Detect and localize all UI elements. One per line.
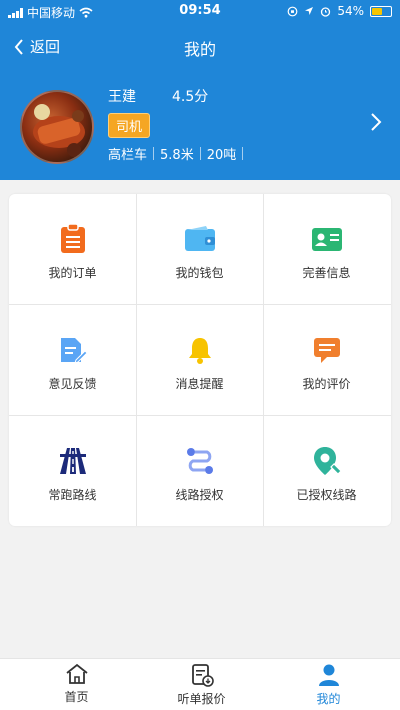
menu-item-complete-info[interactable]: 完善信息 <box>263 194 390 304</box>
menu-item-notifications[interactable]: 消息提醒 <box>136 305 263 415</box>
menu-item-label: 我的钱包 <box>175 266 224 280</box>
route-icon <box>183 444 217 478</box>
id-card-icon <box>310 222 344 256</box>
vehicle-info: 高栏车 5.8米 20吨 <box>108 144 249 163</box>
wallet-icon <box>183 222 217 256</box>
vehicle-length: 5.8米 <box>160 148 194 163</box>
divider <box>199 147 201 160</box>
rotation-lock-icon <box>287 6 298 16</box>
vehicle-type: 高栏车 <box>108 148 148 163</box>
role-badge: 司机 <box>108 113 151 138</box>
clipboard-icon <box>56 222 90 256</box>
tab-home[interactable]: 首页 <box>10 663 143 705</box>
alarm-icon <box>321 6 331 17</box>
home-icon <box>65 663 88 684</box>
comment-icon <box>310 333 344 367</box>
profile-card[interactable]: 王建 4.5分 司机 高栏车 5.8米 20吨 <box>0 82 400 172</box>
divider <box>153 147 155 160</box>
menu-item-wallet[interactable]: 我的钱包 <box>136 194 263 304</box>
menu-item-my-reviews[interactable]: 我的评价 <box>263 305 390 415</box>
highway-icon <box>56 444 90 478</box>
menu-item-label: 消息提醒 <box>175 377 224 391</box>
vehicle-capacity: 20吨 <box>206 148 237 163</box>
page-title: 我的 <box>183 40 216 59</box>
menu-item-label: 已授权线路 <box>296 488 357 502</box>
battery-percent: 54% <box>337 4 364 18</box>
menu-item-label: 意见反馈 <box>48 377 97 391</box>
tab-label: 我的 <box>316 692 341 706</box>
user-icon <box>318 664 339 686</box>
menu-item-label: 我的评价 <box>302 377 351 391</box>
menu-item-authorized-routes[interactable]: 已授权线路 <box>263 416 390 526</box>
chevron-right-icon[interactable] <box>370 112 382 132</box>
feedback-document-icon <box>56 333 90 367</box>
tab-label: 听单报价 <box>177 692 226 706</box>
bottom-tab-bar: 首页 听单报价 我的 <box>0 658 400 710</box>
tab-quotes[interactable]: 听单报价 <box>135 663 268 707</box>
quote-list-icon <box>191 664 214 687</box>
menu-item-feedback[interactable]: 意见反馈 <box>9 305 136 415</box>
tab-mine[interactable]: 我的 <box>262 663 395 707</box>
bell-icon <box>183 333 217 367</box>
profile-header: 中国移动 09:54 54% 返回 我的 王建 4.5分 司机 高栏车 5.8米… <box>0 0 400 180</box>
driver-score: 4.5分 <box>172 89 209 105</box>
menu-item-label: 完善信息 <box>302 266 351 280</box>
status-bar: 中国移动 09:54 54% <box>0 0 400 22</box>
menu-grid: 我的订单 我的钱包 完善信息 意见反馈 消息提醒 我的评价 常跑路线 线路授权 … <box>9 194 391 526</box>
divider <box>242 147 244 160</box>
battery-icon <box>370 5 392 17</box>
driver-name: 王建 <box>108 89 136 105</box>
menu-item-frequent-routes[interactable]: 常跑路线 <box>9 416 136 526</box>
menu-item-route-authorization[interactable]: 线路授权 <box>136 416 263 526</box>
location-arrow-icon <box>305 7 314 15</box>
menu-item-orders[interactable]: 我的订单 <box>9 194 136 304</box>
nav-bar: 返回 我的 <box>0 30 400 64</box>
tab-label: 首页 <box>64 690 89 704</box>
avatar[interactable] <box>20 90 94 164</box>
menu-item-label: 常跑路线 <box>48 488 97 502</box>
menu-item-label: 我的订单 <box>48 266 97 280</box>
menu-item-label: 线路授权 <box>175 488 224 502</box>
map-pin-icon <box>310 444 344 478</box>
